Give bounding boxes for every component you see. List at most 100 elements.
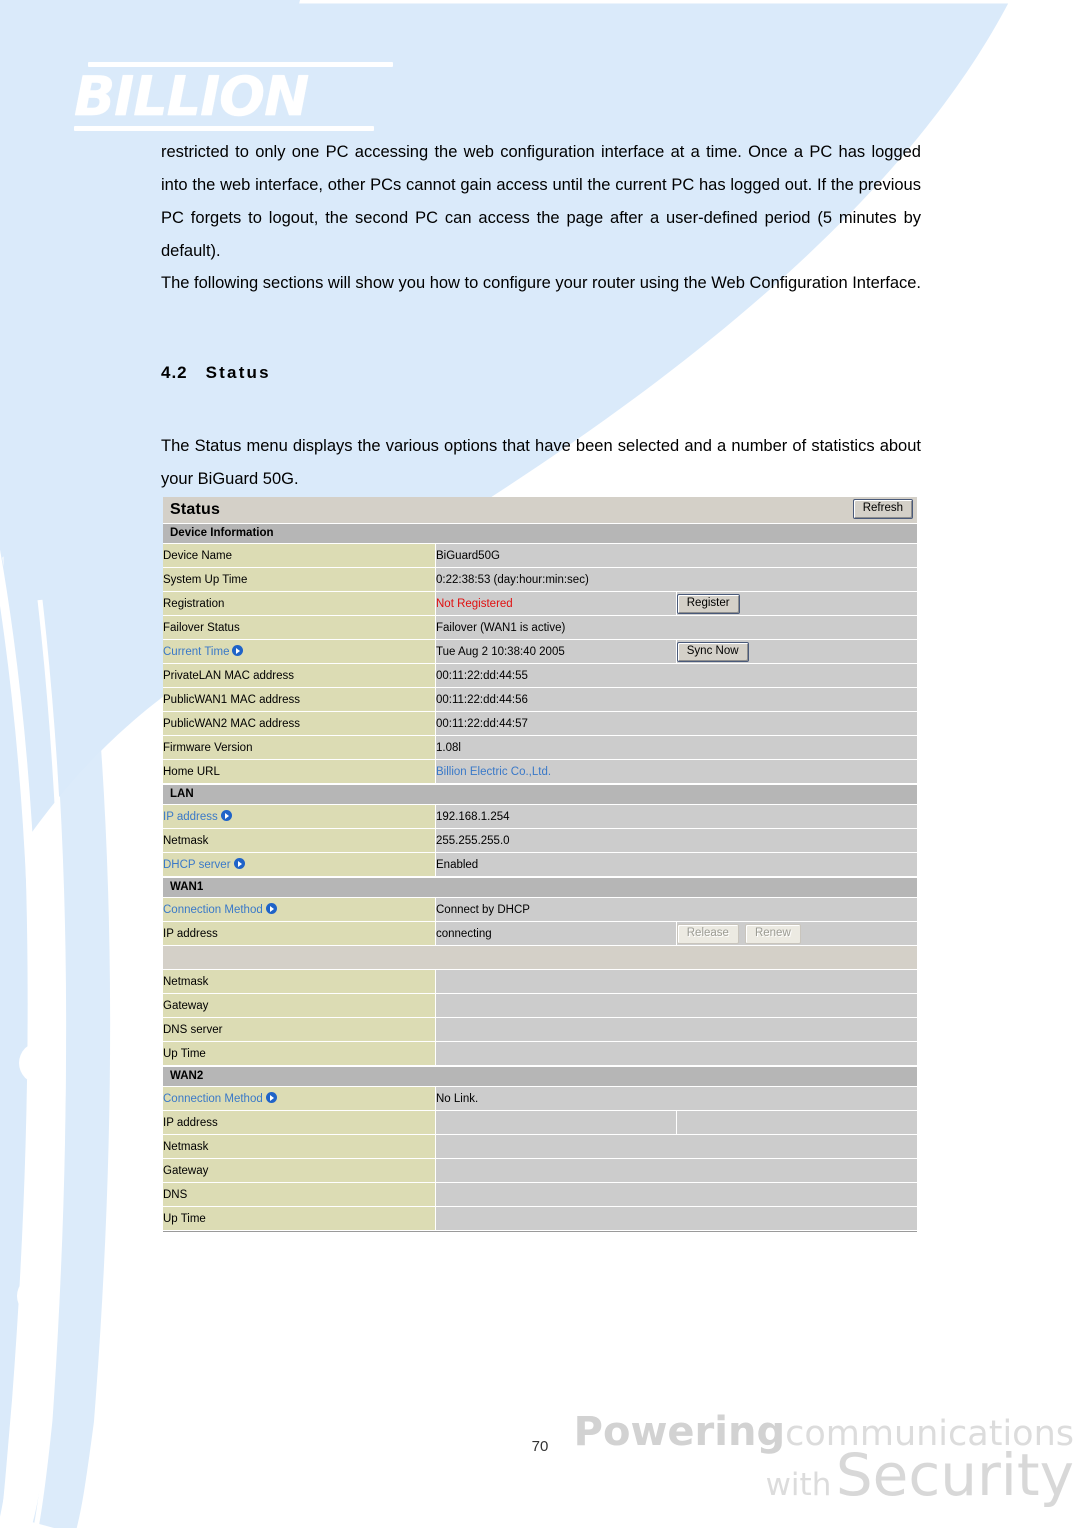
row-value	[435, 969, 917, 994]
row-value: 0:22:38:53 (day:hour:min:sec)	[435, 567, 917, 592]
table-row: DNS	[163, 1182, 917, 1207]
table-row: PublicWAN2 MAC address 00:11:22:dd:44:57	[163, 711, 917, 736]
row-label: Device Name	[163, 544, 436, 568]
table-row: Gateway	[163, 1158, 917, 1183]
row-value: BiGuard50G	[435, 544, 917, 568]
row-label: System Up Time	[163, 567, 436, 592]
row-action: Register	[676, 591, 917, 616]
row-label: PublicWAN2 MAC address	[163, 711, 436, 736]
footer-powering: Powering	[573, 1409, 786, 1455]
row-action: Sync Now	[676, 639, 917, 664]
row-label: IP address	[163, 921, 436, 946]
row-value: 00:11:22:dd:44:55	[435, 663, 917, 688]
row-value: 1.08l	[435, 735, 917, 760]
row-label: Up Time	[163, 1041, 436, 1066]
row-value	[435, 1110, 677, 1135]
table-device-information: Device Name BiGuard50G System Up Time 0:…	[163, 544, 917, 784]
row-label[interactable]: Connection Method	[163, 898, 436, 922]
table-row: Home URL Billion Electric Co.,Ltd.	[163, 759, 917, 784]
arrow-right-icon	[232, 645, 244, 656]
section-header-wan1: WAN1	[163, 877, 917, 898]
row-label: Gateway	[163, 1158, 436, 1183]
arrow-right-icon	[220, 810, 232, 821]
refresh-button[interactable]: Refresh	[852, 499, 913, 519]
row-label: Registration	[163, 591, 436, 616]
table-row: System Up Time 0:22:38:53 (day:hour:min:…	[163, 567, 917, 592]
section-header-device-information: Device Information	[163, 524, 917, 544]
footer-tagline: Poweringcommunications with Security	[574, 1412, 1074, 1504]
table-row: Current Time Tue Aug 2 10:38:40 2005 Syn…	[163, 639, 917, 664]
table-row: PrivateLAN MAC address 00:11:22:dd:44:55	[163, 663, 917, 688]
row-value: Billion Electric Co.,Ltd.	[435, 759, 917, 784]
table-row: Gateway	[163, 993, 917, 1018]
logo-wordmark: BILLION	[74, 65, 310, 128]
table-row: PublicWAN1 MAC address 00:11:22:dd:44:56	[163, 687, 917, 712]
row-value: 255.255.255.0	[435, 828, 917, 853]
table-row: IP address connecting Release Renew	[163, 921, 917, 946]
footer-with: with	[765, 1467, 832, 1503]
row-value: 00:11:22:dd:44:57	[435, 711, 917, 736]
row-value	[435, 993, 917, 1018]
arrow-right-icon	[233, 858, 245, 869]
table-row: Firmware Version 1.08l	[163, 735, 917, 760]
table-row: Device Name BiGuard50G	[163, 544, 917, 568]
release-button[interactable]: Release	[676, 923, 739, 944]
table-row: Netmask	[163, 1134, 917, 1159]
section-header-wan2: WAN2	[163, 1066, 917, 1087]
wan2-connection-method-link[interactable]: Connection Method	[163, 1093, 263, 1105]
row-value: 192.168.1.254	[435, 805, 917, 829]
footer-security: Security	[835, 1441, 1074, 1509]
row-label: Failover Status	[163, 615, 436, 640]
table-row: DNS server	[163, 1017, 917, 1042]
table-row: Netmask 255.255.255.0	[163, 828, 917, 853]
sync-now-button[interactable]: Sync Now	[676, 641, 749, 662]
row-value	[435, 1206, 917, 1231]
paragraph-intro-1: restricted to only one PC accessing the …	[161, 143, 921, 260]
table-row: Netmask	[163, 969, 917, 994]
table-row: Up Time	[163, 1206, 917, 1231]
row-label: PrivateLAN MAC address	[163, 663, 436, 688]
table-lan: IP address 192.168.1.254 Netmask 255.255…	[163, 805, 917, 877]
row-value: 00:11:22:dd:44:56	[435, 687, 917, 712]
row-label[interactable]: IP address	[163, 805, 436, 829]
row-label: Up Time	[163, 1206, 436, 1231]
row-value	[435, 1017, 917, 1042]
table-row: IP address 192.168.1.254	[163, 805, 917, 829]
dhcp-server-link[interactable]: DHCP server	[163, 859, 231, 871]
status-panel-title: Status	[170, 501, 221, 518]
row-label: PublicWAN1 MAC address	[163, 687, 436, 712]
row-value: Tue Aug 2 10:38:40 2005	[435, 639, 677, 664]
table-row: Failover Status Failover (WAN1 is active…	[163, 615, 917, 640]
register-button[interactable]: Register	[676, 593, 740, 614]
arrow-right-icon	[265, 1092, 277, 1103]
spacer-row	[163, 945, 917, 970]
row-label[interactable]: Current Time	[163, 639, 436, 664]
row-value	[435, 1041, 917, 1066]
home-url-link[interactable]: Billion Electric Co.,Ltd.	[436, 766, 551, 778]
current-time-link[interactable]: Current Time	[163, 646, 229, 658]
row-label: DNS	[163, 1182, 436, 1207]
table-row: Registration Not Registered Register	[163, 591, 917, 616]
status-panel: Status Refresh Device Information Device…	[163, 497, 917, 1232]
table-row: Up Time	[163, 1041, 917, 1066]
row-label: Firmware Version	[163, 735, 436, 760]
table-row: Connection Method No Link.	[163, 1087, 917, 1111]
row-value: connecting	[435, 921, 677, 946]
table-row: IP address	[163, 1110, 917, 1135]
row-label: Netmask	[163, 828, 436, 853]
section-title: Status	[205, 363, 271, 382]
renew-button[interactable]: Renew	[744, 923, 801, 944]
table-wan1: Connection Method Connect by DHCP IP add…	[163, 898, 917, 1066]
table-row: DHCP server Enabled	[163, 852, 917, 877]
row-value: Enabled	[435, 852, 917, 877]
row-label: DNS server	[163, 1017, 436, 1042]
wan1-connection-method-link[interactable]: Connection Method	[163, 904, 263, 916]
row-action	[676, 1110, 917, 1135]
lan-ip-address-link[interactable]: IP address	[163, 811, 218, 823]
paragraph-status-description: The Status menu displays the various opt…	[161, 437, 921, 488]
row-label[interactable]: DHCP server	[163, 852, 436, 877]
row-label: Netmask	[163, 969, 436, 994]
row-label[interactable]: Connection Method	[163, 1087, 436, 1111]
arrow-right-icon	[265, 903, 277, 914]
document-page: BILLION restricted to only one PC access…	[0, 0, 1080, 1528]
